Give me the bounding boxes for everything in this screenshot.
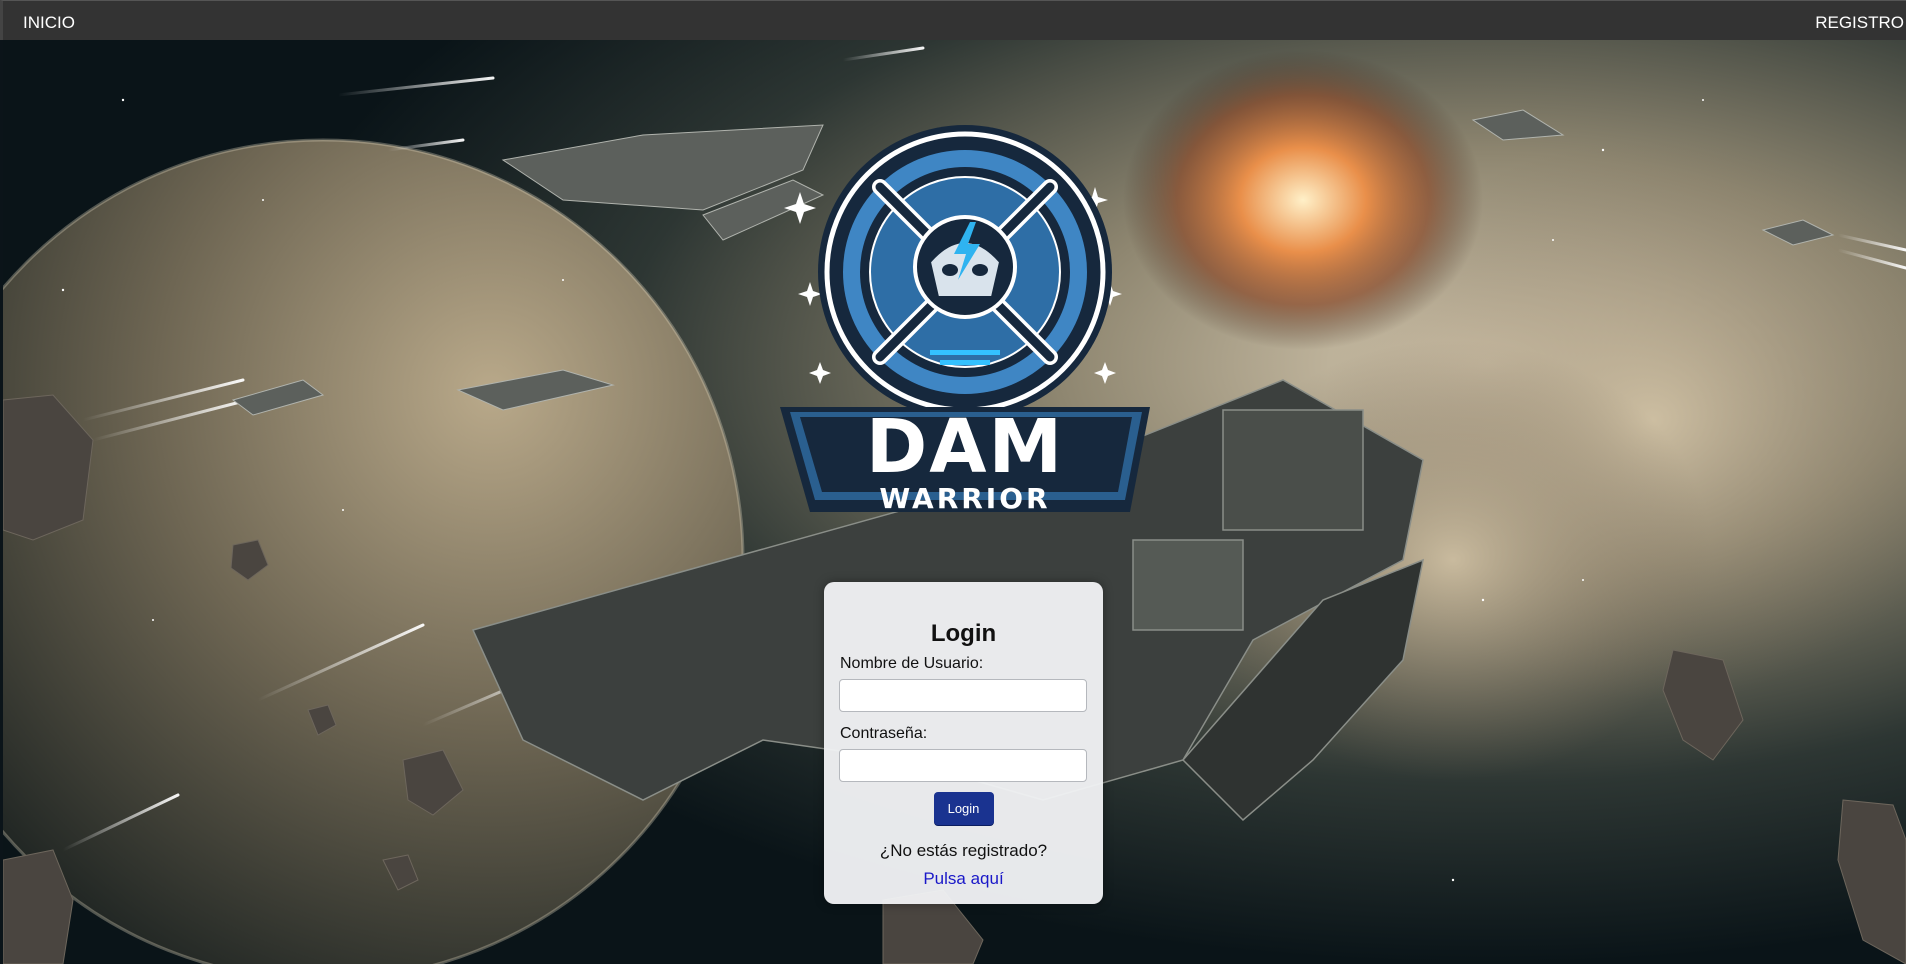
nav-home-link[interactable]: INICIO xyxy=(23,13,75,33)
username-label: Nombre de Usuario: xyxy=(840,655,984,672)
login-title: Login xyxy=(930,620,997,647)
not-registered-text: ¿No estás registrado? xyxy=(879,841,1048,860)
username-input[interactable] xyxy=(839,679,1087,712)
register-here-link[interactable]: Pulsa aquí xyxy=(840,869,1087,889)
password-label: Contraseña: xyxy=(840,725,928,742)
explosion xyxy=(1123,50,1483,350)
logo-title-text: DAM xyxy=(866,404,1064,490)
logo-subtitle-text: WARRIOR xyxy=(879,482,1050,512)
login-card: Login Nombre de Usuario: Contraseña: Log… xyxy=(824,582,1103,904)
dam-warrior-logo: DAM WARRIOR xyxy=(770,112,1170,515)
top-navbar: INICIO REGISTRO xyxy=(0,0,1906,40)
nav-register-link[interactable]: REGISTRO xyxy=(1815,13,1904,33)
password-input[interactable] xyxy=(839,749,1087,782)
login-button[interactable]: Login xyxy=(933,792,994,825)
